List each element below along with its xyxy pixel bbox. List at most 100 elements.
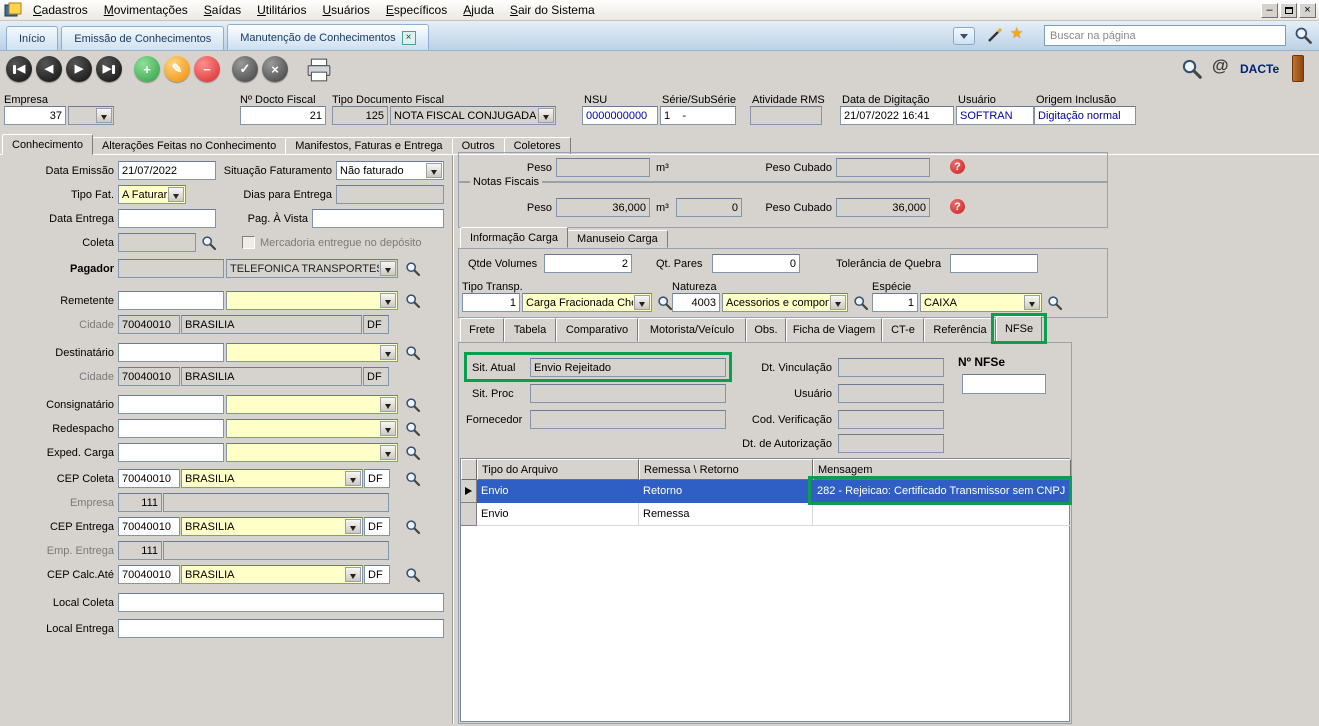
pagador-lookup-button[interactable] — [404, 260, 422, 278]
tab-ficha-viagem[interactable]: Ficha de Viagem — [786, 318, 882, 342]
remetente-combo[interactable] — [226, 291, 398, 310]
tab-cte[interactable]: CT-e — [882, 318, 924, 342]
qtde-volumes-field[interactable]: 2 — [544, 254, 632, 273]
next-record-button[interactable]: ▶ — [66, 56, 92, 82]
door-icon[interactable] — [1292, 55, 1304, 82]
dropdown-button[interactable] — [380, 293, 396, 308]
tipo-transp-combo[interactable]: Carga Fracionada Cheia — [522, 293, 652, 312]
grid-cell-mensagem[interactable] — [813, 503, 1071, 526]
previous-record-button[interactable]: ◀ — [36, 56, 62, 82]
tab-inicio[interactable]: Início — [6, 26, 58, 50]
cep-coleta-uf[interactable]: DF — [364, 469, 390, 488]
menu-item-cadastros[interactable]: Cadastros — [25, 1, 96, 19]
tab-informacao-carga[interactable]: Informação Carga — [460, 227, 568, 248]
cep-entrega-uf[interactable]: DF — [364, 517, 390, 536]
search-button[interactable] — [1291, 24, 1315, 47]
first-record-button[interactable]: ◀ — [6, 56, 32, 82]
grid-cell-tipo[interactable]: Envio — [477, 480, 639, 503]
menu-item-especificos[interactable]: Específicos — [378, 1, 455, 19]
menu-item-usuarios[interactable]: Usuários — [314, 1, 377, 19]
grid-header-remessa[interactable]: Remessa \ Retorno — [639, 459, 813, 480]
minimize-button[interactable]: – — [1261, 3, 1278, 18]
especie-lookup-button[interactable] — [1046, 294, 1064, 312]
tab-obs[interactable]: Obs. — [746, 318, 786, 342]
dropdown-button[interactable] — [345, 567, 361, 582]
delete-record-button[interactable]: − — [194, 56, 220, 82]
grid-cell-remessa[interactable]: Remessa — [639, 503, 813, 526]
dropdown-button[interactable] — [345, 471, 361, 486]
redespacho-combo[interactable] — [226, 419, 398, 438]
cep-calc-lookup-button[interactable] — [404, 566, 422, 584]
data-entrega-field[interactable] — [118, 209, 216, 228]
tab-alteracoes[interactable]: Alterações Feitas no Conhecimento — [92, 137, 286, 155]
favorites-button[interactable]: ★ — [1010, 24, 1023, 42]
destinatario-lookup-button[interactable] — [404, 344, 422, 362]
remetente-field[interactable] — [118, 291, 224, 310]
dropdown-button[interactable] — [168, 187, 184, 202]
destinatario-combo[interactable] — [226, 343, 398, 362]
especie-combo[interactable]: CAIXA — [920, 293, 1042, 312]
tab-comparativo[interactable]: Comparativo — [556, 318, 638, 342]
tab-nfse[interactable]: NFSe — [996, 316, 1042, 342]
cep-calc-uf[interactable]: DF — [364, 565, 390, 584]
grid-cell-remessa[interactable]: Retorno — [639, 480, 813, 503]
cep-entrega-lookup-button[interactable] — [404, 518, 422, 536]
tab-close-button[interactable]: × — [402, 31, 416, 45]
dropdown-button[interactable] — [380, 397, 396, 412]
wand-button[interactable] — [985, 25, 1005, 45]
cancel-button[interactable]: × — [262, 56, 288, 82]
natureza-code-field[interactable]: 4003 — [672, 293, 720, 312]
consignatario-combo[interactable] — [226, 395, 398, 414]
close-button[interactable]: × — [1299, 3, 1316, 18]
tipo-fat-combo[interactable]: A Faturar — [118, 185, 186, 204]
cep-coleta-lookup-button[interactable] — [404, 470, 422, 488]
local-coleta-field[interactable] — [118, 593, 444, 612]
exped-carga-lookup-button[interactable] — [404, 444, 422, 462]
tab-tabela[interactable]: Tabela — [504, 318, 556, 342]
tab-emissao-conhecimentos[interactable]: Emissão de Conhecimentos — [61, 26, 224, 50]
add-record-button[interactable]: + — [134, 56, 160, 82]
menu-item-movimentacoes[interactable]: Movimentações — [96, 1, 196, 19]
consignatario-field[interactable] — [118, 395, 224, 414]
cep-entrega-cep[interactable]: 70040010 — [118, 517, 180, 536]
tipo-transp-code-field[interactable]: 1 — [462, 293, 520, 312]
redespacho-lookup-button[interactable] — [404, 420, 422, 438]
tab-frete[interactable]: Frete — [460, 318, 504, 342]
help-icon[interactable]: ? — [950, 199, 965, 214]
grid-header-mensagem[interactable]: Mensagem — [813, 459, 1071, 480]
dacte-button[interactable]: DACTe — [1240, 62, 1279, 76]
menu-item-utilitarios[interactable]: Utilitários — [249, 1, 314, 19]
tab-manutencao-conhecimentos[interactable]: Manutenção de Conhecimentos × — [227, 24, 428, 50]
tab-conhecimento[interactable]: Conhecimento — [2, 134, 93, 155]
dropdown-button[interactable] — [634, 295, 650, 310]
redespacho-field[interactable] — [118, 419, 224, 438]
coleta-lookup-button[interactable] — [200, 234, 218, 252]
cep-coleta-cidade-combo[interactable]: BRASILIA — [181, 469, 363, 488]
cep-calc-cep[interactable]: 70040010 — [118, 565, 180, 584]
destinatario-field[interactable] — [118, 343, 224, 362]
last-record-button[interactable]: ▶ — [96, 56, 122, 82]
cep-calc-cidade-combo[interactable]: BRASILIA — [181, 565, 363, 584]
cep-entrega-cidade-combo[interactable]: BRASILIA — [181, 517, 363, 536]
tab-overflow-button[interactable] — [953, 27, 975, 45]
dropdown-button[interactable] — [1024, 295, 1040, 310]
email-button[interactable]: @ — [1212, 56, 1229, 76]
grid-cell-tipo[interactable]: Envio — [477, 503, 639, 526]
cep-coleta-cep[interactable]: 70040010 — [118, 469, 180, 488]
menu-item-ajuda[interactable]: Ajuda — [455, 1, 502, 19]
confirm-button[interactable]: ✓ — [232, 56, 258, 82]
natureza-lookup-button[interactable] — [852, 294, 870, 312]
menu-item-sair[interactable]: Sair do Sistema — [502, 1, 603, 19]
dropdown-button[interactable] — [380, 445, 396, 460]
edit-record-button[interactable]: ✎ — [164, 56, 190, 82]
zoom-button[interactable] — [1180, 57, 1204, 81]
tab-manuseio-carga[interactable]: Manuseio Carga — [567, 230, 668, 248]
exped-carga-field[interactable] — [118, 443, 224, 462]
tab-manifestos[interactable]: Manifestos, Faturas e Entrega — [285, 137, 452, 155]
dropdown-button[interactable] — [830, 295, 846, 310]
restore-button[interactable] — [1280, 3, 1297, 18]
tab-motorista-veiculo[interactable]: Motorista/Veículo — [638, 318, 746, 342]
menu-item-saidas[interactable]: Saídas — [196, 1, 249, 19]
consignatario-lookup-button[interactable] — [404, 396, 422, 414]
dropdown-button[interactable] — [380, 421, 396, 436]
